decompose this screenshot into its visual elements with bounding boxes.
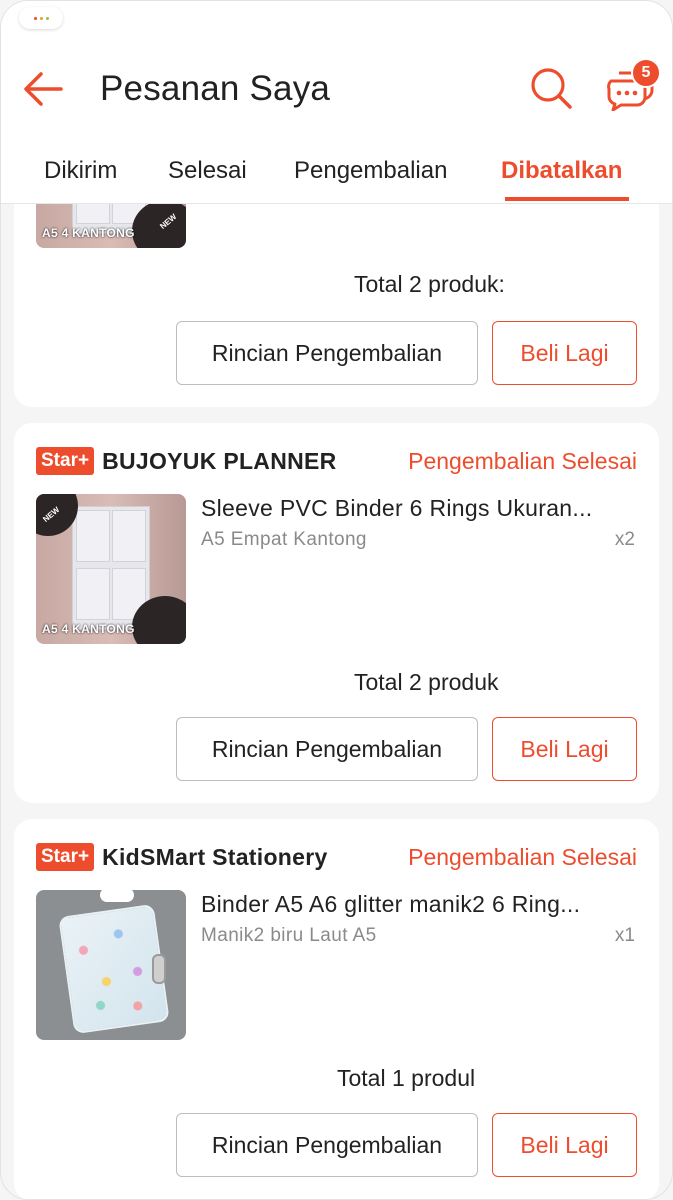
product-thumbnail[interactable] (36, 890, 186, 1040)
thumbnail-caption: A5 4 KANTONG (42, 226, 135, 240)
thumbnail-caption: A5 4 KANTONG (42, 622, 135, 636)
product-name[interactable]: Sleeve PVC Binder 6 Rings Ukuran... (201, 495, 592, 522)
back-button[interactable] (21, 67, 65, 111)
search-button[interactable] (528, 65, 574, 111)
shop-name: BUJOYUK PLANNER (102, 447, 337, 474)
order-status: Pengembalian Selesai (408, 448, 637, 474)
product-variant: Manik2 biru Laut A5 (201, 925, 377, 946)
tab-dikirim[interactable]: Dikirim (44, 151, 117, 203)
star-plus-badge: Star+ (36, 843, 95, 871)
tab-dibatalkan[interactable]: Dibatalkan (501, 151, 622, 203)
tab-pengembalian[interactable]: Pengembalian (294, 151, 447, 203)
buy-again-button[interactable]: Beli Lagi (492, 321, 637, 385)
product-variant: A5 Empat Kantong (201, 529, 367, 550)
order-card: Star+ BUJOYUK PLANNER Pengembalian Seles… (14, 423, 659, 803)
shop-header[interactable]: Star+ BUJOYUK PLANNER (36, 445, 337, 477)
buy-again-button[interactable]: Beli Lagi (492, 1113, 637, 1177)
product-thumbnail[interactable]: NEW A5 4 KANTONG (36, 494, 186, 644)
return-details-button[interactable]: Rincian Pengembalian (176, 717, 478, 781)
shop-header[interactable]: Star+ KidSMart Stationery (36, 841, 328, 873)
order-total: Total 2 produk: (354, 271, 505, 297)
arrow-left-icon (24, 72, 63, 106)
app-frame: Pesanan Saya 5 Dikirim Selesai Pengembal… (0, 0, 673, 1200)
product-quantity: x2 (614, 529, 635, 550)
product-name[interactable]: Binder A5 A6 glitter manik2 6 Ring... (201, 891, 580, 918)
page-title: Pesanan Saya (100, 69, 331, 108)
order-status: Pengembalian Selesai (408, 844, 637, 870)
active-tab-indicator (505, 197, 629, 201)
product-quantity: x1 (614, 925, 635, 946)
return-details-button[interactable]: Rincian Pengembalian (176, 1113, 478, 1177)
search-icon (531, 68, 572, 109)
shop-name: KidSMart Stationery (102, 843, 328, 870)
order-card: Star+ KidSMart Stationery Pengembalian S… (14, 819, 659, 1199)
star-plus-badge: Star+ (36, 447, 95, 475)
chat-unread-badge: 5 (631, 58, 661, 88)
status-indicator (19, 7, 63, 29)
buy-again-button[interactable]: Beli Lagi (492, 717, 637, 781)
return-details-button[interactable]: Rincian Pengembalian (176, 321, 478, 385)
top-bar: Pesanan Saya 5 Dikirim Selesai Pengembal… (1, 1, 672, 204)
order-total: Total 1 produl (337, 1065, 476, 1091)
tab-selesai[interactable]: Selesai (168, 151, 247, 203)
order-tabs: Dikirim Selesai Pengembalian Dibatalkan (1, 151, 672, 203)
order-total: Total 2 produk (354, 669, 499, 695)
